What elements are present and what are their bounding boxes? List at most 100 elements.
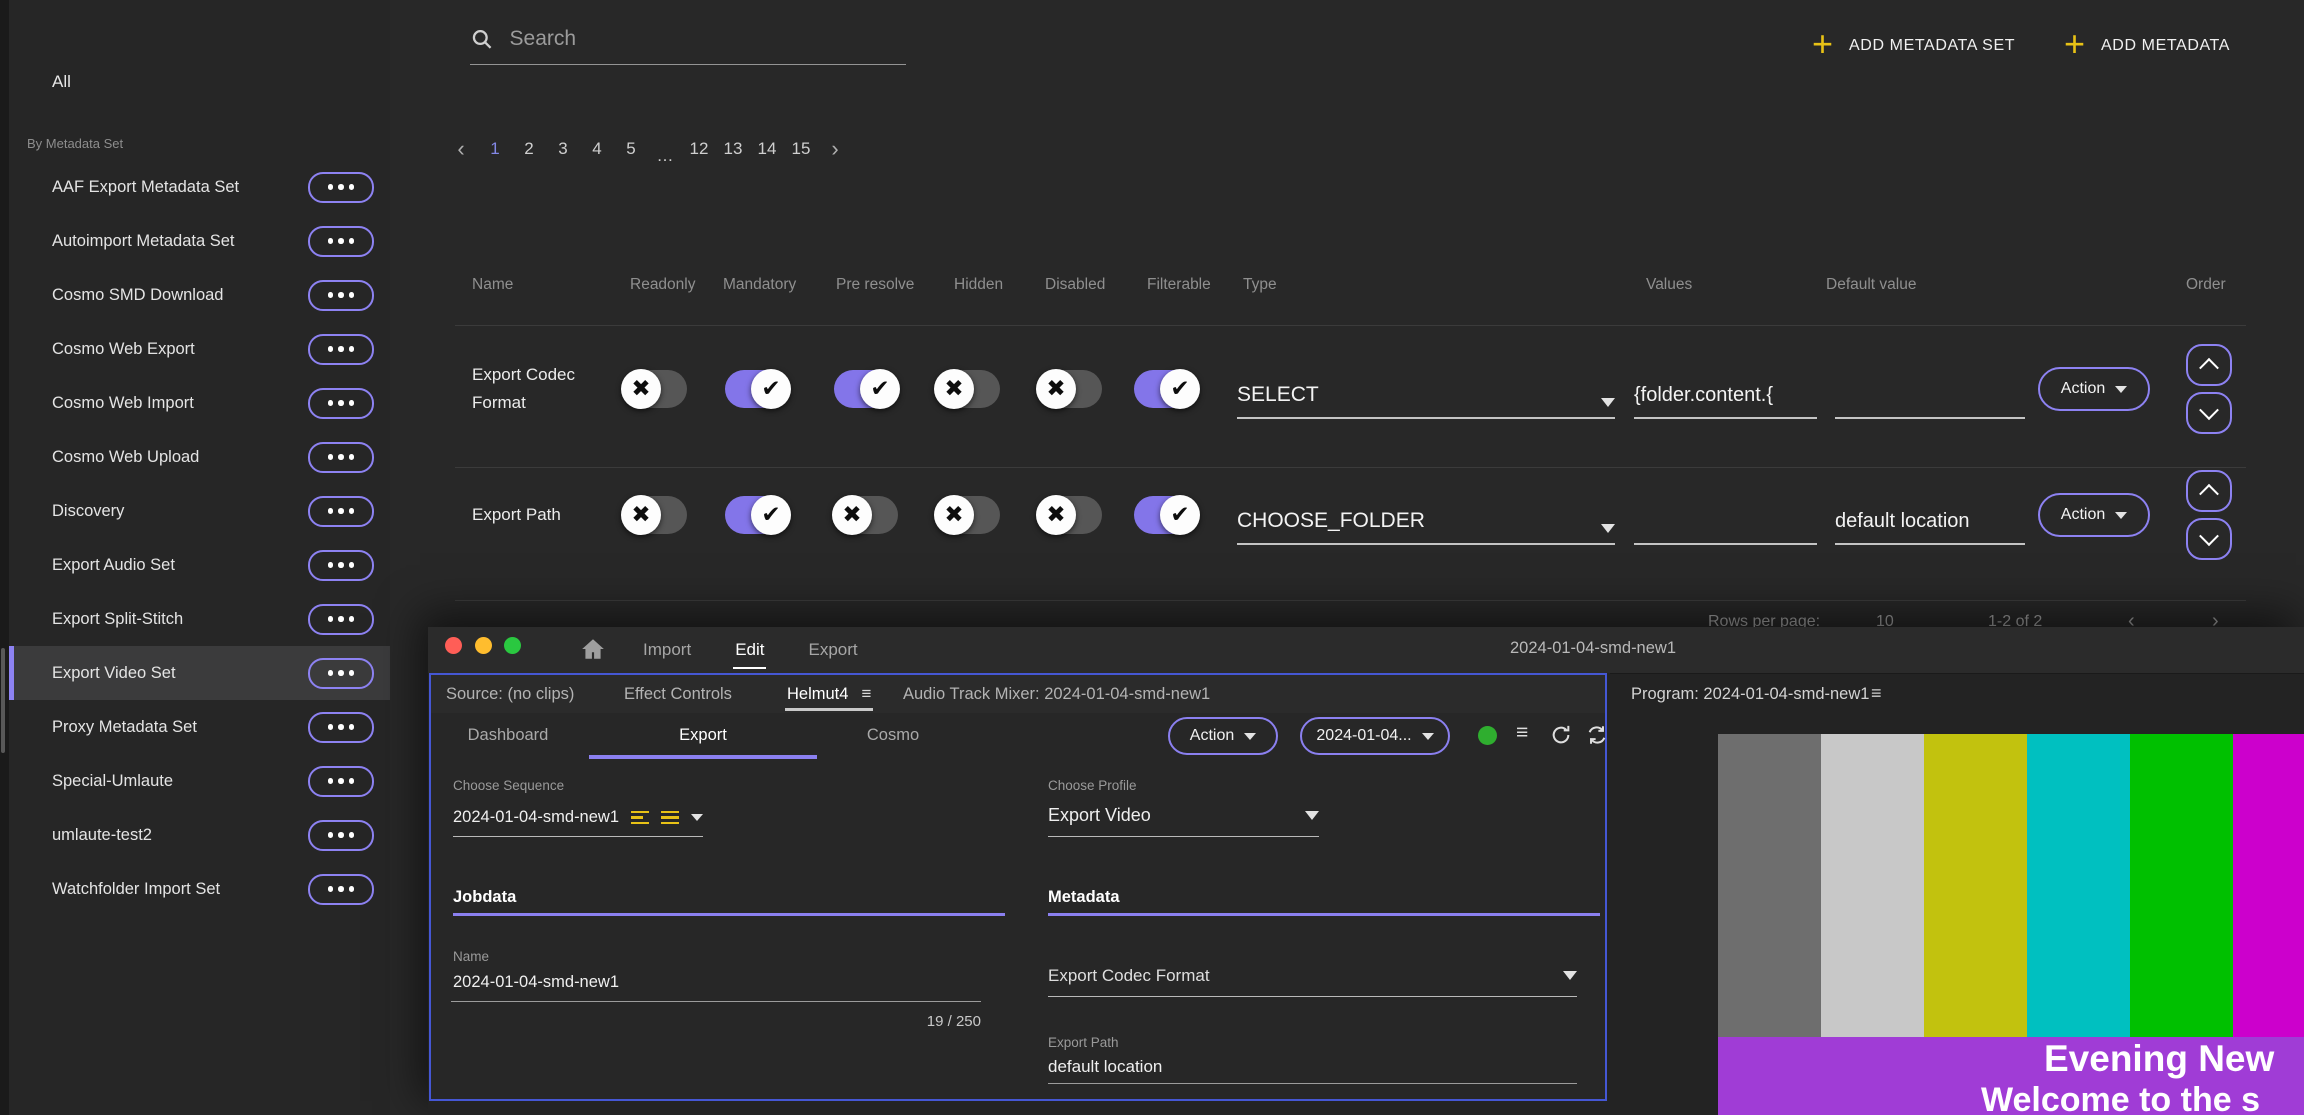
choose-profile-select[interactable]: Export Video xyxy=(1048,795,1319,837)
path-field-value[interactable]: default location xyxy=(1048,1057,1162,1077)
open-sequence-icon[interactable] xyxy=(631,810,650,825)
pagination-page[interactable]: 5 xyxy=(614,139,648,159)
window-tab-export[interactable]: Export xyxy=(808,640,857,660)
helmut-tab-dashboard[interactable]: Dashboard xyxy=(448,713,568,757)
window-titlebar[interactable]: Import Edit Export 2024-01-04-smd-new1 xyxy=(428,627,2304,673)
add-metadata-button[interactable]: + ADD METADATA xyxy=(2064,26,2230,66)
type-select[interactable]: CHOOSE_FOLDER xyxy=(1237,499,1615,545)
pagination-page[interactable]: 12 xyxy=(682,139,716,159)
pre-resolve-toggle[interactable]: ✔ xyxy=(834,369,900,409)
mandatory-toggle[interactable]: ✔ xyxy=(725,495,791,535)
item-menu-button[interactable] xyxy=(308,657,374,689)
sidebar-item[interactable]: AAF Export Metadata Set xyxy=(9,160,390,214)
filterable-toggle[interactable]: ✔ xyxy=(1134,495,1200,535)
item-menu-button[interactable] xyxy=(308,819,374,851)
pagination-next-icon[interactable]: › xyxy=(818,138,852,160)
filterable-toggle[interactable]: ✔ xyxy=(1134,369,1200,409)
item-menu-button[interactable] xyxy=(308,603,374,635)
ellipsis-dot xyxy=(338,238,344,244)
sidebar-item[interactable]: umlaute-test2 xyxy=(9,808,390,862)
move-down-button[interactable] xyxy=(2186,392,2232,434)
chevron-down-icon xyxy=(1305,811,1319,820)
pagination-prev-icon[interactable]: ‹ xyxy=(444,138,478,160)
sidebar-scrollbar[interactable] xyxy=(1,648,5,753)
move-down-button[interactable] xyxy=(2186,518,2232,560)
ellipsis-dot xyxy=(338,292,344,298)
helmut-tab-cosmo[interactable]: Cosmo xyxy=(833,713,953,757)
search-field[interactable] xyxy=(470,14,906,65)
hidden-toggle[interactable]: ✖ xyxy=(934,495,1000,535)
hidden-toggle[interactable]: ✖ xyxy=(934,369,1000,409)
pagination-page[interactable]: 2 xyxy=(512,139,546,159)
close-window-button[interactable] xyxy=(445,637,462,654)
panel-menu-icon[interactable]: ≡ xyxy=(861,684,871,704)
window-tab-edit[interactable]: Edit xyxy=(733,640,767,669)
row-action-dropdown[interactable]: Action xyxy=(2038,367,2150,411)
minimize-window-button[interactable] xyxy=(475,637,492,654)
pagination-page[interactable]: 14 xyxy=(750,139,784,159)
move-up-button[interactable] xyxy=(2186,344,2232,386)
sidebar-item-label: AAF Export Metadata Set xyxy=(52,177,240,196)
sidebar-item[interactable]: Proxy Metadata Set xyxy=(9,700,390,754)
choose-sequence-value: 2024-01-04-smd-new1 xyxy=(453,808,620,826)
item-menu-button[interactable] xyxy=(308,711,374,743)
name-field-value[interactable]: 2024-01-04-smd-new1 xyxy=(453,973,619,992)
pagination-page[interactable]: 13 xyxy=(716,139,750,159)
project-dropdown[interactable]: 2024-01-04... xyxy=(1300,717,1450,755)
item-menu-button[interactable] xyxy=(308,225,374,257)
pagination-page[interactable]: 3 xyxy=(546,139,580,159)
sidebar-item[interactable]: Export Split-Stitch xyxy=(9,592,390,646)
search-input[interactable] xyxy=(507,26,906,52)
helmut-tab-export[interactable]: Export xyxy=(643,713,763,757)
default-value-input[interactable] xyxy=(1835,373,2025,419)
type-select[interactable]: SELECT xyxy=(1237,373,1615,419)
zoom-window-button[interactable] xyxy=(504,637,521,654)
codec-select-label: Export Codec Format xyxy=(1048,965,1210,985)
pagination-page[interactable]: 15 xyxy=(784,139,818,159)
codec-select[interactable]: Export Codec Format xyxy=(1048,955,1577,997)
default-value-input[interactable]: default location xyxy=(1835,499,2025,545)
panel-tab[interactable]: Audio Track Mixer: 2024-01-04-smd-new1 xyxy=(903,675,1210,713)
choose-sequence-field[interactable]: 2024-01-04-smd-new1 xyxy=(453,799,704,837)
item-menu-button[interactable] xyxy=(308,873,374,905)
readonly-toggle[interactable]: ✖ xyxy=(621,369,687,409)
menu-icon[interactable]: ≡ xyxy=(1516,721,1528,745)
panel-tab[interactable]: Source: (no clips) xyxy=(446,675,574,713)
mandatory-toggle[interactable]: ✔ xyxy=(725,369,791,409)
panel-tab[interactable]: Helmut4 ≡ xyxy=(784,675,874,713)
check-icon: ✔ xyxy=(1160,369,1200,409)
item-menu-button[interactable] xyxy=(308,279,374,311)
jobdata-section-title: Jobdata xyxy=(453,888,517,906)
sync-icon[interactable] xyxy=(1586,724,1608,746)
add-metadata-set-button[interactable]: + ADD METADATA SET xyxy=(1812,26,2015,66)
sequence-list-icon[interactable] xyxy=(661,810,680,825)
check-icon: ✔ xyxy=(751,495,791,535)
refresh-icon[interactable] xyxy=(1550,724,1572,746)
item-menu-button[interactable] xyxy=(308,765,374,797)
pagination-pages: 1 2 3 4 5… 12 13 14 15 xyxy=(478,139,818,165)
panel-menu-icon[interactable]: ≡ xyxy=(1871,683,1882,704)
row-action-dropdown[interactable]: Action xyxy=(2038,493,2150,537)
item-menu-button[interactable] xyxy=(308,171,374,203)
readonly-toggle[interactable]: ✖ xyxy=(621,495,687,535)
pagination-page[interactable]: 1 xyxy=(478,139,512,159)
panel-tab[interactable]: Effect Controls xyxy=(624,675,732,713)
ellipsis-dot xyxy=(338,886,344,892)
window-tab-import[interactable]: Import xyxy=(643,640,691,660)
disabled-toggle[interactable]: ✖ xyxy=(1036,369,1102,409)
home-icon[interactable] xyxy=(580,636,606,662)
pagination-page[interactable]: 4 xyxy=(580,139,614,159)
sidebar-item[interactable]: Export Video Set xyxy=(9,646,390,700)
pre-resolve-toggle[interactable]: ✖ xyxy=(832,495,898,535)
values-input[interactable]: {folder.content.{ xyxy=(1634,373,1817,419)
action-dropdown[interactable]: Action xyxy=(1168,717,1278,755)
sidebar-item[interactable]: Watchfolder Import Set xyxy=(9,862,390,916)
sidebar-item[interactable]: Special-Umlaute xyxy=(9,754,390,808)
disabled-toggle[interactable]: ✖ xyxy=(1036,495,1102,535)
values-input[interactable] xyxy=(1634,499,1817,545)
move-up-button[interactable] xyxy=(2186,470,2232,512)
cross-icon: ✖ xyxy=(934,369,974,409)
sidebar-item[interactable]: Autoimport Metadata Set xyxy=(9,214,390,268)
sidebar-item-all[interactable]: All xyxy=(52,72,71,92)
sidebar-item[interactable]: Cosmo SMD Download xyxy=(9,268,390,322)
